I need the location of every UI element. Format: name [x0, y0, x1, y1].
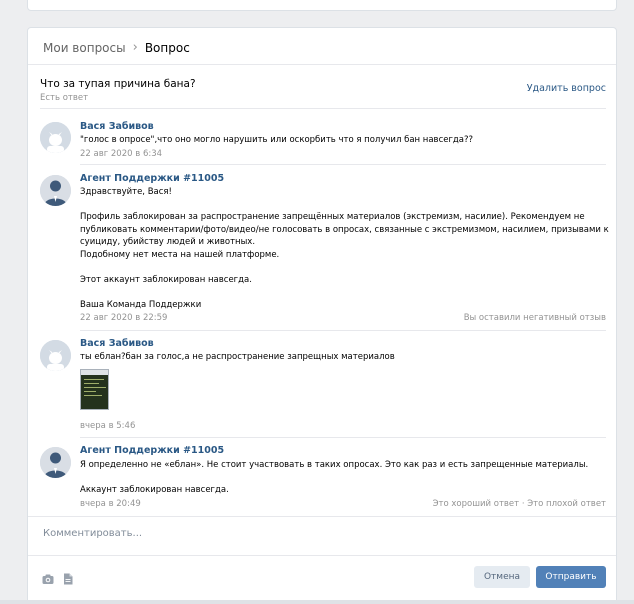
message-date: 22 авг 2020 в 6:34: [80, 149, 163, 159]
question-card: Мои вопросы › Вопрос Что за тупая причин…: [27, 27, 617, 604]
support-agent-avatar-icon: [40, 447, 71, 478]
attached-image[interactable]: [80, 369, 109, 410]
image-header: [81, 370, 108, 375]
chevron-right-icon: ›: [132, 40, 138, 55]
send-button[interactable]: Отправить: [536, 566, 606, 588]
bad-answer-link[interactable]: Это плохой ответ: [527, 499, 606, 509]
avatar[interactable]: [40, 340, 71, 371]
rating-status: Вы оставили негативный отзыв: [463, 313, 606, 323]
good-answer-link[interactable]: Это хороший ответ: [433, 499, 520, 509]
avatar[interactable]: [40, 175, 71, 206]
message-date: вчера в 20:49: [80, 499, 141, 509]
image-line: [84, 395, 102, 396]
bottom-border: [0, 600, 634, 604]
avatar[interactable]: [40, 447, 71, 478]
document-icon[interactable]: [62, 573, 74, 585]
divider: [80, 330, 606, 331]
default-avatar-icon: [40, 122, 71, 153]
divider: [28, 555, 616, 556]
question-title: Что за тупая причина бана?: [40, 78, 196, 90]
breadcrumb: Мои вопросы › Вопрос: [43, 40, 190, 55]
message-text: Я определенно не «еблан». Не стоит участ…: [80, 460, 589, 495]
message-text: Здравствуйте, Вася! Профиль заблокирован…: [80, 187, 609, 310]
image-line: [84, 383, 99, 384]
rating-separator: ·: [521, 499, 525, 509]
image-line: [84, 387, 106, 388]
divider: [28, 516, 616, 517]
message-author[interactable]: Вася Забивов: [80, 121, 154, 132]
divider: [28, 64, 616, 65]
camera-icon[interactable]: [42, 573, 54, 585]
message-author[interactable]: Агент Поддержки #11005: [80, 445, 224, 456]
message-author[interactable]: Вася Забивов: [80, 338, 154, 349]
breadcrumb-my-questions-link[interactable]: Мои вопросы: [43, 41, 126, 55]
divider: [80, 437, 606, 438]
message-text: ты еблан?бан за голос,а не распространен…: [80, 352, 395, 362]
comment-input[interactable]: Комментировать...: [43, 528, 142, 539]
divider: [40, 108, 606, 109]
avatar[interactable]: [40, 122, 71, 153]
delete-question-link[interactable]: Удалить вопрос: [527, 83, 606, 94]
cancel-button[interactable]: Отмена: [474, 566, 530, 588]
message-date: вчера в 5:46: [80, 421, 136, 431]
message-text: "голос в опросе",что оно могло нарушить …: [80, 135, 474, 145]
message-author[interactable]: Агент Поддержки #11005: [80, 173, 224, 184]
message-date: 22 авг 2020 в 22:59: [80, 313, 168, 323]
default-avatar-icon: [40, 340, 71, 371]
image-line: [84, 391, 96, 392]
answer-rating: Это хороший ответ · Это плохой ответ: [433, 499, 606, 509]
previous-card: [27, 0, 617, 11]
support-agent-avatar-icon: [40, 175, 71, 206]
divider: [80, 164, 606, 165]
breadcrumb-current: Вопрос: [144, 40, 190, 55]
question-status: Есть ответ: [40, 93, 89, 103]
image-line: [84, 379, 104, 380]
